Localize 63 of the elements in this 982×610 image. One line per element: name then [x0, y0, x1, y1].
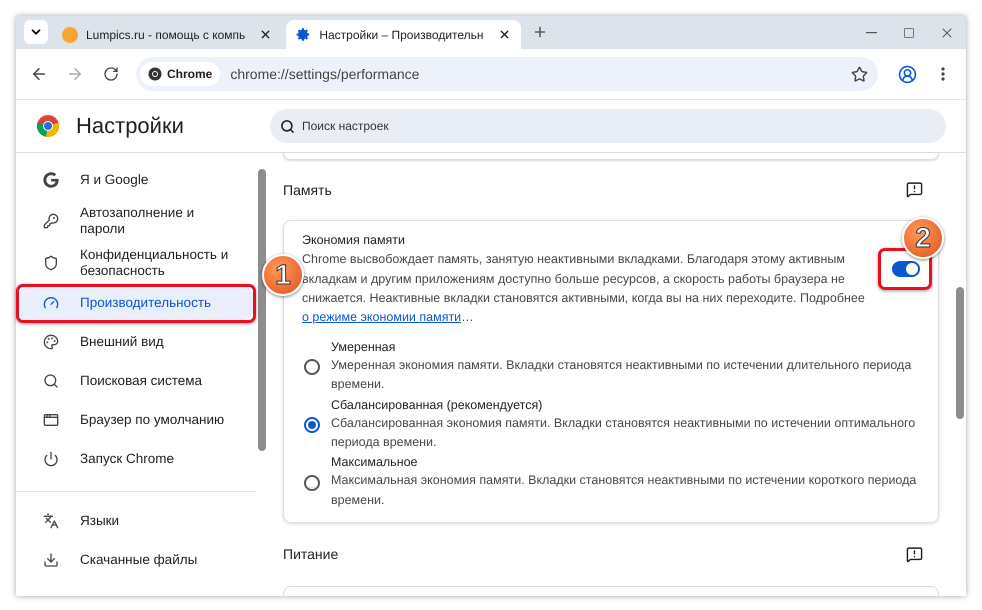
menu-item-icon: [43, 334, 59, 350]
menu-item-icon: [43, 552, 59, 568]
maximize-icon: [903, 26, 915, 38]
menu-item-icon: [43, 172, 59, 188]
menu-item-icon: [43, 513, 59, 530]
address-bar[interactable]: Chrome chrome://settings/performance: [136, 57, 878, 91]
sidebar-item[interactable]: Языки: [20, 502, 256, 540]
sidebar-item[interactable]: Внешний вид: [20, 323, 256, 362]
menu-item-icon: [43, 412, 59, 428]
section-title: Память: [283, 182, 332, 198]
search-field[interactable]: Поиск настроек: [270, 109, 946, 143]
gear-icon: [296, 27, 312, 42]
chrome-logo-icon: [148, 67, 162, 81]
scrollbar-thumb[interactable]: [258, 169, 266, 451]
scrollbar-thumb[interactable]: [956, 287, 964, 419]
step-number-badge: 2: [902, 217, 944, 260]
menu-item-icon: [43, 254, 59, 271]
browser-tab[interactable]: Lumpics.ru - помощь с компь: [52, 20, 282, 49]
site-chip[interactable]: Chrome: [140, 62, 220, 86]
chrome-logo-icon: [36, 114, 60, 138]
option-label: Умеренная: [331, 340, 396, 354]
reload-icon: [103, 66, 119, 82]
close-icon[interactable]: [259, 28, 272, 41]
menu-item-icon: [43, 212, 59, 229]
menu-item-icon: [43, 373, 59, 390]
sidebar-item[interactable]: Запуск Chrome: [20, 440, 256, 478]
menu-icon: [941, 67, 945, 81]
option-label: Сбалансированная (рекомендуется): [331, 398, 544, 412]
learn-more-link[interactable]: о режиме экономии памяти: [302, 310, 462, 324]
page-title: Настройки: [76, 113, 185, 139]
minimize-icon: [866, 32, 876, 34]
setting-description: Chrome высвобождает память, занятую неактивными вкладками. Благодаря этому активным вкладкам и другим приложениям доступно больше ресурсов, а скорость работы браузера не снижается. Неактивные вкладки становятся активными, когда вы на них переходите. Подробнее о режиме экономии памяти…: [302, 251, 866, 326]
option-description: Умеренная экономия памяти. Вкладки становятся неактивными по истечении длительного периода времени.: [331, 356, 912, 394]
toggle-switch[interactable]: [892, 261, 920, 278]
option-label: Максимальное: [331, 455, 419, 470]
sidebar-item[interactable]: Браузер по умолчанию: [20, 401, 256, 440]
step-number-badge: 1: [262, 254, 304, 296]
setting-title: Экономия памяти: [302, 233, 406, 248]
section-title: Питание: [283, 546, 338, 562]
sidebar-item[interactable]: Поисковая система: [20, 362, 256, 400]
star-icon: [850, 66, 868, 82]
feedback-icon[interactable]: [906, 181, 923, 198]
radio-button[interactable]: [304, 359, 320, 376]
favicon-icon: [62, 26, 78, 42]
option-description: Максимальная экономия памяти. Вкладки становятся неактивными по истечении короткого периода времени.: [331, 472, 918, 509]
feedback-icon[interactable]: [906, 546, 923, 563]
forward-arrow-icon: [66, 65, 84, 83]
plus-icon: [532, 24, 548, 40]
menu-item-icon: [43, 295, 59, 312]
tab-search-button[interactable]: [24, 20, 48, 44]
url-text: chrome://settings/performance: [230, 66, 420, 82]
menu-item-icon: [43, 451, 59, 468]
radio-button[interactable]: [304, 474, 320, 491]
radio-button[interactable]: [304, 416, 320, 433]
sidebar-item[interactable]: Скачанные файлы: [20, 541, 256, 580]
profile-icon: [898, 64, 916, 84]
search-icon: [280, 119, 295, 134]
close-icon[interactable]: [498, 28, 511, 41]
option-description: Сбалансированная экономия памяти. Вкладки становятся неактивными по истечении оптимального периода времени.: [331, 414, 916, 451]
browser-tab[interactable]: Настройки – Производительн: [286, 20, 521, 49]
sidebar-item[interactable]: Я и Google: [20, 161, 256, 199]
sidebar-item[interactable]: Автозаполнение и пароли: [20, 200, 256, 242]
sidebar-item[interactable]: Конфиденциальность и безопасность: [20, 242, 256, 284]
